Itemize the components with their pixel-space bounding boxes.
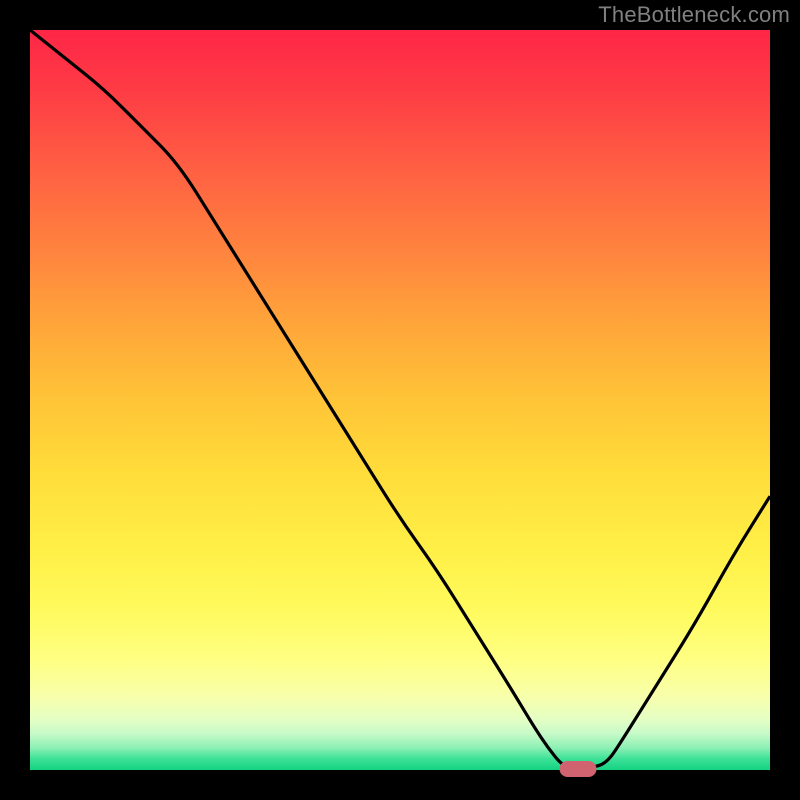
plot-area: [30, 30, 770, 770]
watermark-label: TheBottleneck.com: [598, 2, 790, 28]
curve-layer: [30, 30, 770, 770]
gap-curve-path: [30, 30, 770, 768]
chart-frame: TheBottleneck.com: [0, 0, 800, 800]
optimal-marker: [559, 761, 596, 777]
